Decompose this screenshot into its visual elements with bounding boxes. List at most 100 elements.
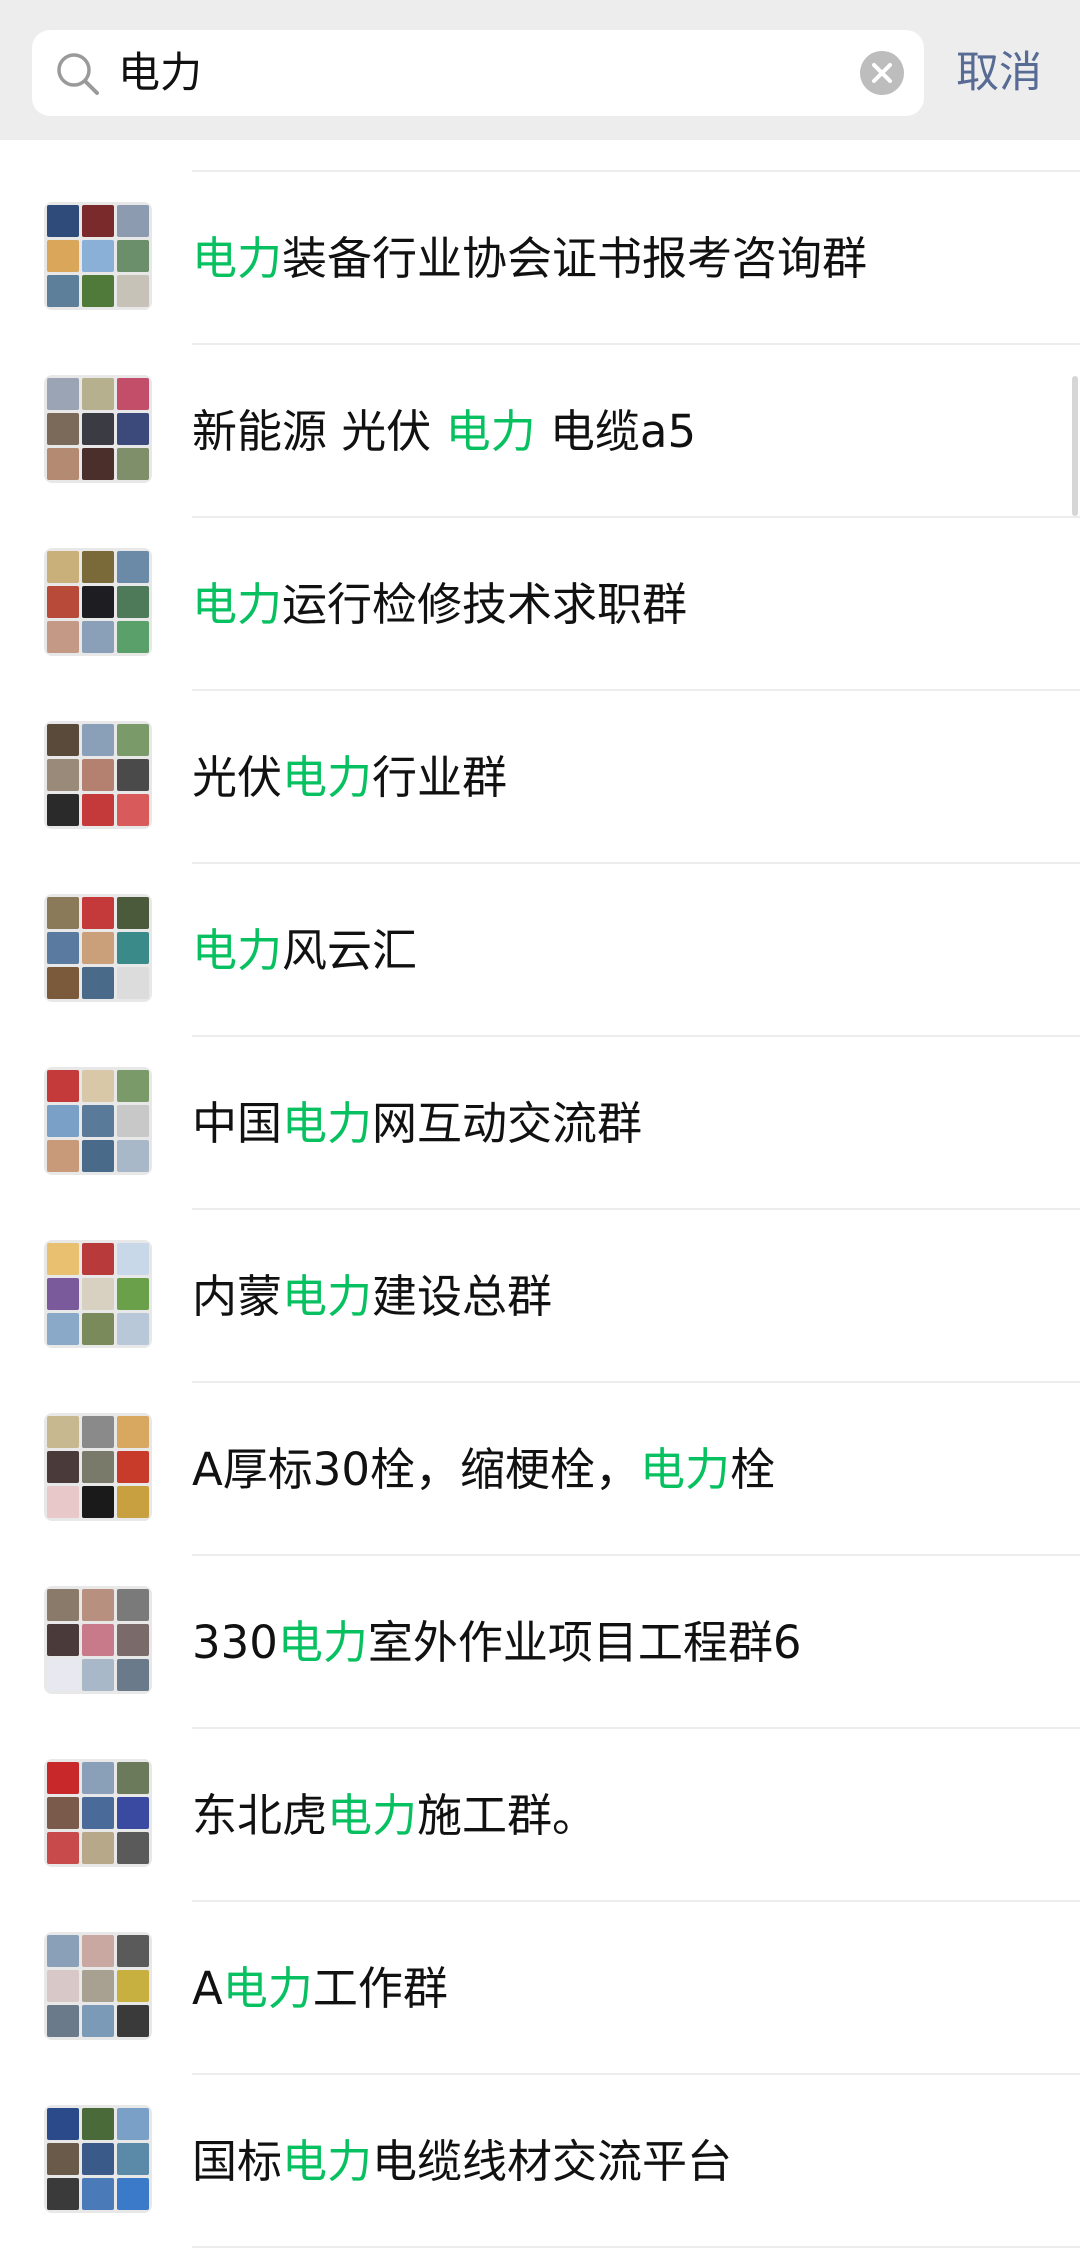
avatar-tile bbox=[117, 2178, 149, 2210]
avatar-tile bbox=[47, 1624, 79, 1656]
avatar-tile bbox=[117, 1278, 149, 1310]
avatar-tile bbox=[47, 1243, 79, 1275]
list-item[interactable]: 电力运行检修技术求职群 bbox=[0, 518, 1080, 691]
avatar-tile bbox=[117, 1070, 149, 1102]
avatar-tile bbox=[117, 621, 149, 653]
avatar-tile bbox=[47, 1970, 79, 2002]
keyword-highlight: 电力 bbox=[327, 1789, 418, 1842]
group-avatar bbox=[44, 1413, 152, 1521]
avatar-tile bbox=[82, 1624, 114, 1656]
list-item-partial bbox=[0, 140, 1080, 172]
group-name-text: 国标 bbox=[192, 2135, 283, 2188]
avatar-tile bbox=[47, 621, 79, 653]
group-name-text: 光伏 bbox=[192, 751, 283, 804]
group-name: 330电力室外作业项目工程群6 bbox=[192, 1556, 802, 1729]
avatar-tile bbox=[82, 275, 114, 307]
avatar-tile bbox=[82, 1832, 114, 1864]
group-name: 内蒙电力建设总群 bbox=[192, 1210, 552, 1383]
avatar-tile bbox=[82, 1935, 114, 1967]
scrollbar[interactable] bbox=[1072, 376, 1078, 516]
search-query[interactable]: 电力 bbox=[118, 30, 202, 116]
group-name-text: 内蒙 bbox=[192, 1270, 283, 1323]
list-item[interactable]: 电力装备行业协会证书报考咨询群 bbox=[0, 172, 1080, 345]
avatar-tile bbox=[47, 1278, 79, 1310]
avatar-tile bbox=[47, 794, 79, 826]
group-avatar bbox=[44, 1932, 152, 2040]
avatar-tile bbox=[82, 1451, 114, 1483]
group-avatar bbox=[44, 375, 152, 483]
search-results-list: 电力装备行业协会证书报考咨询群 新能源 光伏 电力 电缆a5 电力运行检修技术求职群… bbox=[0, 140, 1080, 2248]
avatar-tile bbox=[47, 1140, 79, 1172]
group-name-text: 东北虎 bbox=[192, 1789, 328, 1842]
avatar-tile bbox=[117, 551, 149, 583]
search-bar: 电力 取消 bbox=[0, 0, 1080, 140]
cancel-button[interactable]: 取消 bbox=[956, 30, 1042, 116]
list-item[interactable]: 中国电力网互动交流群 bbox=[0, 1037, 1080, 1210]
group-name-text: 网互动交流群 bbox=[372, 1097, 643, 1150]
keyword-highlight: 电力 bbox=[640, 1443, 731, 1496]
group-name-text: 施工群。 bbox=[417, 1789, 598, 1842]
group-avatar bbox=[44, 1067, 152, 1175]
list-item[interactable]: 330电力室外作业项目工程群6 bbox=[0, 1556, 1080, 1729]
avatar-tile bbox=[117, 1589, 149, 1621]
avatar-tile bbox=[117, 1416, 149, 1448]
avatar-tile bbox=[82, 2143, 114, 2175]
clear-icon[interactable] bbox=[860, 51, 904, 95]
avatar-tile bbox=[47, 1105, 79, 1137]
avatar-tile bbox=[117, 1105, 149, 1137]
avatar-tile bbox=[82, 2108, 114, 2140]
list-item[interactable]: 内蒙电力建设总群 bbox=[0, 1210, 1080, 1383]
keyword-highlight: 电力 bbox=[445, 405, 536, 458]
avatar-tile bbox=[117, 1762, 149, 1794]
search-input[interactable]: 电力 bbox=[32, 30, 924, 116]
avatar-tile bbox=[82, 448, 114, 480]
avatar-tile bbox=[82, 1589, 114, 1621]
avatar-tile bbox=[117, 2005, 149, 2037]
avatar-tile bbox=[82, 1070, 114, 1102]
list-item[interactable]: A厚标30栓，缩梗栓，电力栓 bbox=[0, 1383, 1080, 1556]
avatar-tile bbox=[117, 2108, 149, 2140]
list-item[interactable]: A电力工作群 bbox=[0, 1902, 1080, 2075]
avatar-tile bbox=[117, 759, 149, 791]
avatar-tile bbox=[47, 240, 79, 272]
group-name-text: A bbox=[192, 1962, 223, 2015]
avatar-tile bbox=[82, 413, 114, 445]
list-item[interactable]: 东北虎电力施工群。 bbox=[0, 1729, 1080, 1902]
avatar-tile bbox=[82, 794, 114, 826]
group-name: A电力工作群 bbox=[192, 1902, 448, 2075]
avatar-tile bbox=[117, 897, 149, 929]
list-item[interactable]: 新能源 光伏 电力 电缆a5 bbox=[0, 345, 1080, 518]
avatar-tile bbox=[47, 2005, 79, 2037]
keyword-highlight: 电力 bbox=[282, 2135, 373, 2188]
group-name-text: 运行检修技术求职群 bbox=[282, 578, 688, 631]
group-name-text: 工作群 bbox=[312, 1962, 448, 2015]
list-item[interactable]: 国标电力电缆线材交流平台 bbox=[0, 2075, 1080, 2248]
avatar-tile bbox=[117, 413, 149, 445]
group-name: 中国电力网互动交流群 bbox=[192, 1037, 642, 1210]
avatar-tile bbox=[117, 1832, 149, 1864]
avatar-tile bbox=[117, 448, 149, 480]
group-avatar bbox=[44, 202, 152, 310]
avatar-tile bbox=[82, 1970, 114, 2002]
avatar-tile bbox=[47, 1832, 79, 1864]
group-name-text: 室外作业项目工程群6 bbox=[367, 1616, 802, 1669]
list-item[interactable]: 光伏电力行业群 bbox=[0, 691, 1080, 864]
avatar-tile bbox=[117, 586, 149, 618]
avatar-tile bbox=[117, 205, 149, 237]
avatar-tile bbox=[47, 2108, 79, 2140]
group-name: 电力风云汇 bbox=[192, 864, 417, 1037]
group-name: A厚标30栓，缩梗栓，电力栓 bbox=[192, 1383, 775, 1556]
avatar-tile bbox=[82, 2178, 114, 2210]
avatar-tile bbox=[82, 897, 114, 929]
avatar-tile bbox=[47, 2143, 79, 2175]
avatar-tile bbox=[117, 1486, 149, 1518]
avatar-tile bbox=[82, 2005, 114, 2037]
list-item[interactable]: 电力风云汇 bbox=[0, 864, 1080, 1037]
avatar-tile bbox=[82, 1278, 114, 1310]
group-name-text: 电缆a5 bbox=[535, 405, 697, 458]
avatar-tile bbox=[47, 1935, 79, 1967]
group-name: 东北虎电力施工群。 bbox=[192, 1729, 597, 1902]
group-name: 电力运行检修技术求职群 bbox=[192, 518, 687, 691]
avatar-tile bbox=[82, 1486, 114, 1518]
avatar-tile bbox=[117, 1451, 149, 1483]
